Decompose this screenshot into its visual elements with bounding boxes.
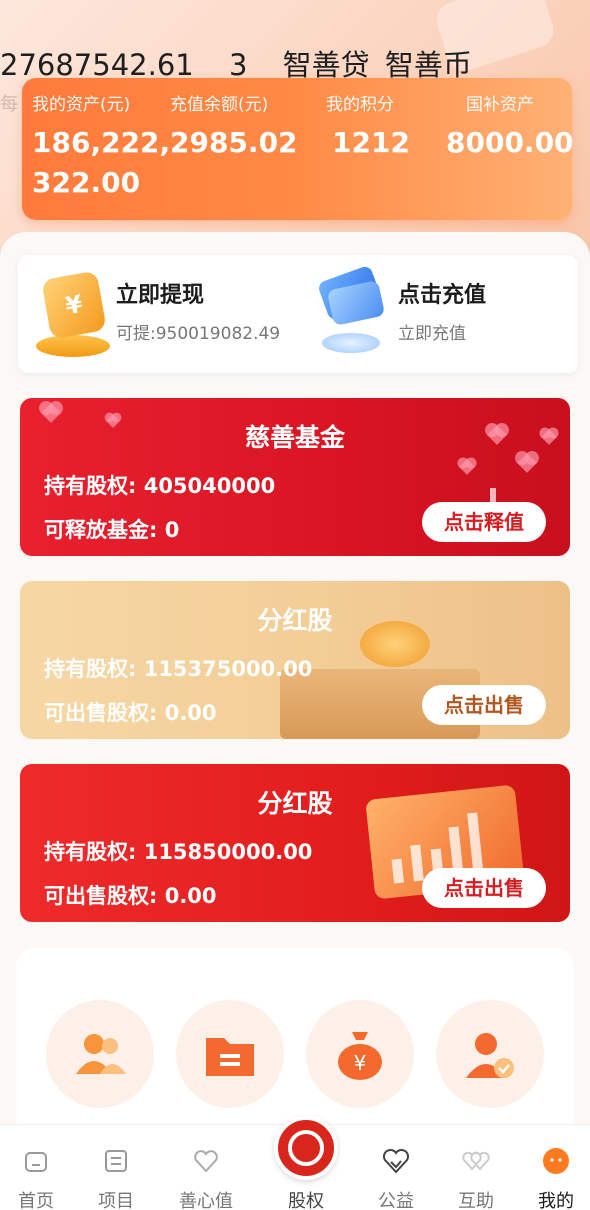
banner-sellable: 可出售股权: 0.00 bbox=[44, 701, 217, 725]
withdraw-title: 立即提现 bbox=[116, 283, 205, 308]
dividend-shares-banner-gold: 分红股 持有股权: 115375000.00 可出售股权: 0.00 点击出售 bbox=[20, 581, 570, 739]
recharge-sub: 立即充值 bbox=[398, 324, 466, 344]
heart-icon bbox=[194, 1150, 218, 1173]
asset-my-assets[interactable]: 我的资产(元) 186,222, 322.00 bbox=[32, 90, 170, 203]
svg-text:¥: ¥ bbox=[354, 1051, 367, 1075]
release-value-button[interactable]: 点击释值 bbox=[422, 502, 546, 542]
list-icon bbox=[105, 1150, 127, 1172]
asset-label: 我的积分 bbox=[326, 95, 394, 115]
tab-label: 互助 bbox=[458, 1191, 494, 1210]
tab-home[interactable]: 首页 bbox=[0, 1125, 78, 1210]
handshake-heart-icon bbox=[382, 1148, 410, 1174]
asset-value: 186,222, 322.00 bbox=[32, 126, 171, 199]
banner-releasable: 可释放基金: 0 bbox=[44, 518, 180, 542]
quick-actions-card: ¥ 立即提现 可提:950019082.49 点击充值 立即充值 bbox=[18, 255, 578, 373]
ticker-bar: 27687542.61 3 智善贷 智善币 bbox=[0, 42, 498, 82]
ticker-value: 27687542.61 bbox=[0, 48, 194, 82]
banner-holdings: 持有股权: 405040000 bbox=[44, 474, 276, 498]
asset-label: 充值余额(元) bbox=[170, 95, 269, 115]
banner-sellable: 可出售股权: 0.00 bbox=[44, 884, 217, 908]
bank-card-icon bbox=[312, 263, 392, 363]
ticker-product: 智善贷 bbox=[282, 48, 370, 82]
faded-background-text: 每 bbox=[0, 94, 18, 115]
banner-title: 分红股 bbox=[257, 606, 333, 635]
asset-value: 8000.00 bbox=[446, 126, 574, 159]
banner-title: 慈善基金 bbox=[244, 423, 345, 452]
recharge-title: 点击充值 bbox=[398, 283, 487, 308]
dividend-shares-banner-red: 分红股 持有股权: 115850000.00 可出售股权: 0.00 点击出售 bbox=[20, 764, 570, 922]
asset-label: 我的资产(元) bbox=[32, 95, 131, 115]
verified-user-icon[interactable] bbox=[436, 1000, 544, 1108]
asset-points[interactable]: 我的积分 1212 bbox=[326, 90, 410, 163]
withdraw-action[interactable]: ¥ 立即提现 可提:950019082.49 bbox=[18, 255, 298, 373]
ticker-coin: 智善币 bbox=[384, 48, 472, 82]
asset-recharge-balance[interactable]: 充值余额(元) 2985.02 bbox=[170, 90, 298, 163]
asset-national-subsidy[interactable]: 国补资产 8000.00 bbox=[446, 90, 574, 163]
charity-logo-icon[interactable] bbox=[274, 1116, 338, 1180]
recharge-action[interactable]: 点击充值 立即充值 bbox=[298, 255, 578, 373]
double-heart-icon bbox=[462, 1151, 490, 1171]
ticker-count: 3 bbox=[228, 48, 248, 82]
tab-projects[interactable]: 项目 bbox=[74, 1125, 158, 1210]
tab-label: 我的 bbox=[538, 1191, 574, 1210]
banner-title: 分红股 bbox=[257, 789, 333, 818]
charity-fund-banner: 慈善基金 持有股权: 405040000 可释放基金: 0 点击释值 bbox=[20, 398, 570, 556]
sell-button[interactable]: 点击出售 bbox=[422, 685, 546, 725]
home-icon bbox=[25, 1152, 47, 1172]
heart-decoration bbox=[517, 453, 537, 473]
banner-holdings: 持有股权: 115850000.00 bbox=[44, 840, 313, 864]
folder-icon[interactable] bbox=[176, 1000, 284, 1108]
tab-label: 善心值 bbox=[179, 1191, 233, 1210]
banner-holdings: 持有股权: 115375000.00 bbox=[44, 657, 313, 681]
profile-icon bbox=[543, 1148, 569, 1174]
tab-label: 股权 bbox=[288, 1191, 324, 1210]
heart-decoration bbox=[459, 459, 475, 475]
shortcut-menu-card: ¥ bbox=[16, 948, 574, 1138]
asset-value: 1212 bbox=[332, 126, 410, 159]
asset-label: 国补资产 bbox=[466, 95, 534, 115]
tab-mutual-aid[interactable]: 互助 bbox=[434, 1125, 518, 1210]
assets-summary-card: 我的资产(元) 186,222, 322.00 充值余额(元) 2985.02 … bbox=[22, 78, 574, 220]
wallet-coin-icon: ¥ bbox=[32, 270, 114, 357]
money-bag-icon[interactable]: ¥ bbox=[306, 1000, 414, 1108]
withdraw-available: 可提:950019082.49 bbox=[116, 324, 281, 344]
tab-mine[interactable]: 我的 bbox=[514, 1125, 590, 1210]
sell-button[interactable]: 点击出售 bbox=[422, 868, 546, 908]
asset-value: 2985.02 bbox=[170, 126, 298, 159]
tab-charity[interactable]: 公益 bbox=[354, 1125, 438, 1210]
tab-label: 项目 bbox=[98, 1191, 134, 1210]
tab-label: 公益 bbox=[378, 1191, 414, 1210]
team-icon[interactable] bbox=[46, 1000, 154, 1108]
tab-kindness[interactable]: 善心值 bbox=[164, 1125, 248, 1210]
tab-label: 首页 bbox=[18, 1191, 54, 1210]
